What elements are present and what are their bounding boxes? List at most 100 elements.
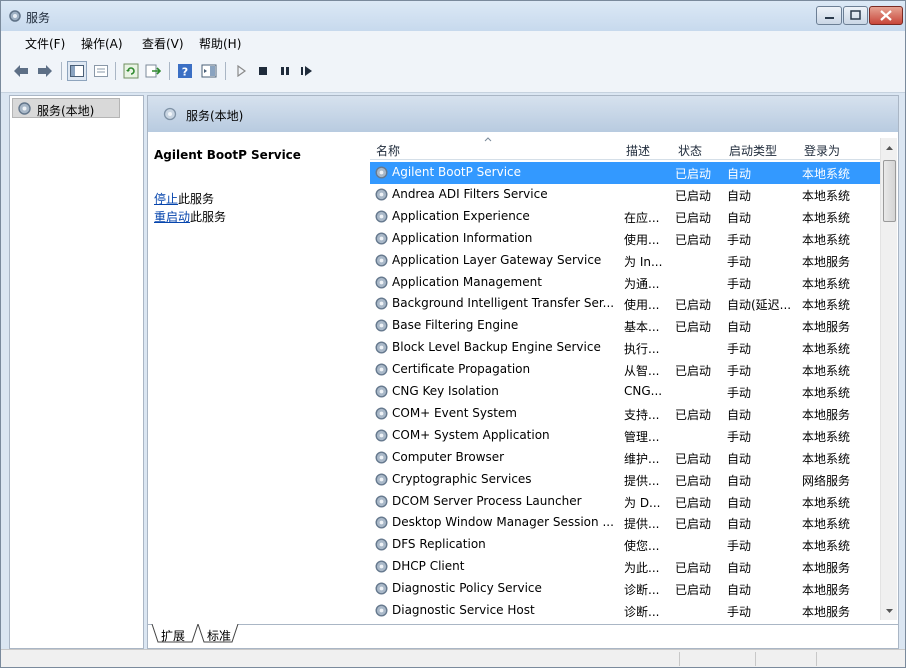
services-gear-icon bbox=[9, 10, 21, 22]
table-row[interactable]: Diagnostic Service Host 诊断... 手动 本地服务 bbox=[370, 600, 880, 622]
service-startup-type: 自动 bbox=[727, 517, 752, 532]
service-gear-icon bbox=[375, 604, 388, 617]
table-row[interactable]: DFS Replication 使您... 手动 本地系统 bbox=[370, 534, 880, 556]
menu-view[interactable]: 查看(V) bbox=[142, 35, 184, 52]
show-console-tree-button[interactable] bbox=[67, 61, 87, 81]
tree-item-label: 服务(本地) bbox=[37, 104, 95, 118]
service-startup-type: 手动 bbox=[727, 276, 752, 291]
table-row[interactable]: Application Management 为通... 手动 本地系统 bbox=[370, 272, 880, 294]
stop-service-line: 停止此服务 bbox=[154, 190, 214, 207]
stop-service-link[interactable]: 停止 bbox=[154, 192, 178, 206]
service-gear-icon bbox=[375, 385, 388, 398]
table-row[interactable]: DCOM Server Process Launcher 为 D... 已启动 自动 本… bbox=[370, 491, 880, 513]
service-gear-icon bbox=[375, 516, 388, 529]
table-row[interactable]: COM+ System Application 管理... 手动 本地系统 bbox=[370, 425, 880, 447]
start-service-button[interactable] bbox=[231, 61, 251, 81]
close-button[interactable] bbox=[869, 6, 903, 25]
title-bar[interactable]: 服务 bbox=[1, 1, 905, 31]
show-hide-action-pane-button[interactable] bbox=[199, 61, 219, 81]
service-log-on-as: 本地系统 bbox=[802, 167, 851, 181]
table-row[interactable]: Certificate Propagation 从智... 已启动 手动 本地系统 bbox=[370, 359, 880, 381]
view-tabs: 扩展 标准 bbox=[148, 624, 898, 648]
service-log-on-as: 本地系统 bbox=[802, 451, 851, 466]
minimize-icon bbox=[825, 17, 834, 19]
refresh-button[interactable] bbox=[121, 61, 141, 81]
minimize-button[interactable] bbox=[816, 6, 842, 25]
vertical-scrollbar[interactable] bbox=[880, 138, 897, 620]
export-list-button[interactable] bbox=[143, 61, 163, 81]
forward-button[interactable] bbox=[35, 61, 55, 81]
service-description: 基本... bbox=[624, 320, 660, 335]
menu-action[interactable]: 操作(A) bbox=[81, 35, 123, 52]
service-name: COM+ Event System bbox=[392, 405, 517, 420]
service-description: 为通... bbox=[624, 276, 660, 291]
toolbar-separator bbox=[225, 62, 226, 80]
service-log-on-as: 本地服务 bbox=[802, 561, 851, 576]
service-name: Background Intelligent Transfer Ser... bbox=[392, 296, 615, 311]
service-startup-type: 自动 bbox=[727, 210, 752, 225]
service-name: Base Filtering Engine bbox=[392, 318, 519, 333]
tree-item-services-local[interactable]: 服务(本地) bbox=[12, 98, 120, 118]
table-row[interactable]: Application Experience 在应... 已启动 自动 本地系统 bbox=[370, 206, 880, 228]
service-name: Certificate Propagation bbox=[392, 362, 531, 377]
table-row[interactable]: Background Intelligent Transfer Ser... 使用… bbox=[370, 293, 880, 315]
table-row[interactable]: CNG Key Isolation CNG... 手动 本地系统 bbox=[370, 381, 880, 403]
table-row[interactable]: Andrea ADI Filters Service 已启动 自动 本地系统 bbox=[370, 184, 880, 206]
services-window: 服务 文件(F) 操作(A) 查看(V) 帮助(H) ? 服务(本地) 服务(本… bbox=[0, 0, 906, 668]
menu-file[interactable]: 文件(F) bbox=[25, 35, 65, 52]
scroll-down-icon bbox=[886, 609, 893, 613]
service-gear-icon bbox=[375, 363, 388, 376]
column-header-log-on-as[interactable]: 登录为 bbox=[804, 142, 840, 159]
service-log-on-as: 本地系统 bbox=[802, 188, 851, 203]
table-row[interactable]: Computer Browser 维护... 已启动 自动 本地系统 bbox=[370, 447, 880, 469]
help-button[interactable]: ? bbox=[175, 61, 195, 81]
menu-bar: 文件(F) 操作(A) 查看(V) 帮助(H) bbox=[1, 31, 905, 53]
result-pane: 服务(本地) Agilent BootP Service 停止此服务 重启动此服… bbox=[147, 95, 899, 649]
service-description: 提供... bbox=[624, 517, 660, 532]
back-button[interactable] bbox=[11, 61, 31, 81]
menu-help[interactable]: 帮助(H) bbox=[199, 35, 241, 52]
column-header-status[interactable]: 状态 bbox=[678, 142, 702, 159]
table-row[interactable]: Application Layer Gateway Service 为 In...… bbox=[370, 250, 880, 272]
table-row[interactable]: Agilent BootP Service 已启动 自动 本地系统 bbox=[370, 162, 880, 184]
table-row[interactable]: Block Level Backup Engine Service 执行... 手动… bbox=[370, 337, 880, 359]
help-icon: ? bbox=[178, 64, 192, 79]
table-row[interactable]: DHCP Client 为此... 已启动 自动 本地服务 bbox=[370, 556, 880, 578]
table-row[interactable]: Cryptographic Services 提供... 已启动 自动 网络服务 bbox=[370, 469, 880, 491]
table-row[interactable]: Diagnostic Policy Service 诊断... 已启动 自动 本地服务 bbox=[370, 578, 880, 600]
stop-service-button[interactable] bbox=[253, 61, 273, 81]
restart-service-button[interactable] bbox=[297, 61, 317, 81]
service-description: 执行... bbox=[624, 342, 660, 357]
restart-icon bbox=[301, 66, 312, 76]
service-description: 从智... bbox=[624, 364, 660, 379]
service-description: 在应... bbox=[624, 210, 660, 225]
column-header-startup-type[interactable]: 启动类型 bbox=[729, 142, 777, 159]
service-startup-type: 自动 bbox=[727, 167, 752, 181]
table-row[interactable]: Base Filtering Engine 基本... 已启动 自动 本地服务 bbox=[370, 315, 880, 337]
restart-service-suffix: 此服务 bbox=[190, 210, 227, 224]
restart-service-link[interactable]: 重启动 bbox=[154, 210, 190, 224]
service-log-on-as: 网络服务 bbox=[802, 473, 851, 488]
column-header-description[interactable]: 描述 bbox=[626, 142, 650, 159]
table-row[interactable]: Desktop Window Manager Session ... 提供... 已… bbox=[370, 512, 880, 534]
scrollbar-thumb[interactable] bbox=[883, 160, 896, 222]
tab-extended[interactable]: 扩展 bbox=[157, 625, 189, 643]
properties-view-button[interactable] bbox=[91, 61, 111, 81]
service-name: Application Experience bbox=[392, 208, 530, 223]
pause-service-button[interactable] bbox=[275, 61, 295, 81]
refresh-icon bbox=[123, 63, 139, 79]
service-gear-icon bbox=[375, 166, 388, 179]
service-name: COM+ System Application bbox=[392, 427, 550, 442]
column-header-name[interactable]: 名称 bbox=[376, 142, 400, 159]
service-description: 诊断... bbox=[624, 583, 660, 598]
maximize-button[interactable] bbox=[843, 6, 868, 25]
table-row[interactable]: Application Information 使用... 已启动 手动 本地系统 bbox=[370, 228, 880, 250]
table-row[interactable]: COM+ Event System 支持... 已启动 自动 本地服务 bbox=[370, 403, 880, 425]
tab-standard[interactable]: 标准 bbox=[203, 625, 235, 643]
service-description: 使用... bbox=[624, 232, 660, 247]
maximize-icon bbox=[850, 10, 861, 20]
view-icon bbox=[94, 65, 108, 77]
toolbar-separator bbox=[169, 62, 170, 80]
service-description-panel: Agilent BootP Service 停止此服务 重启动此服务 bbox=[148, 132, 370, 624]
service-gear-icon bbox=[375, 494, 388, 508]
